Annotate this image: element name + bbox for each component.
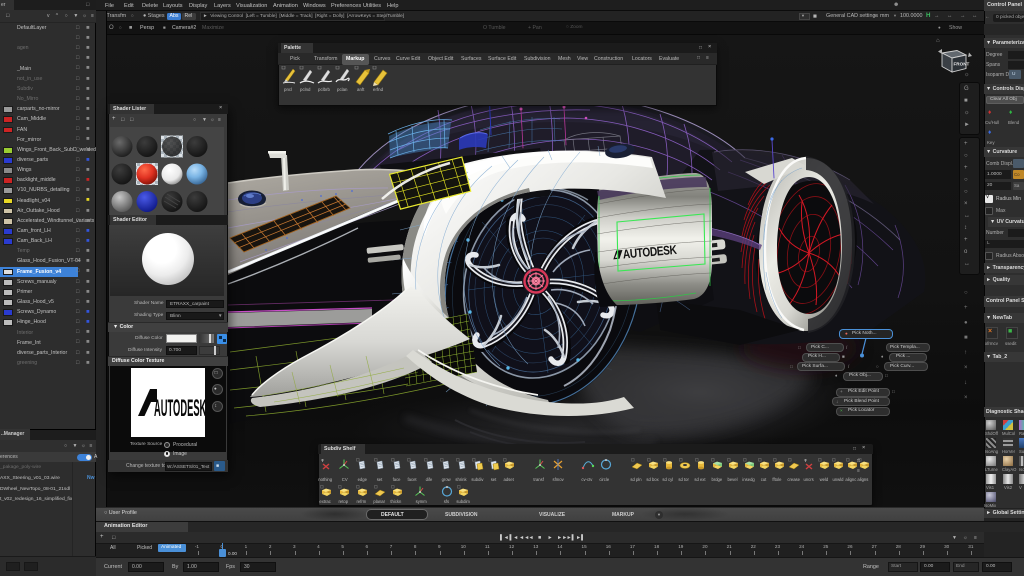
svg-text:FRONT: FRONT (954, 62, 970, 67)
svg-text:AUTODESK: AUTODESK (154, 395, 205, 421)
